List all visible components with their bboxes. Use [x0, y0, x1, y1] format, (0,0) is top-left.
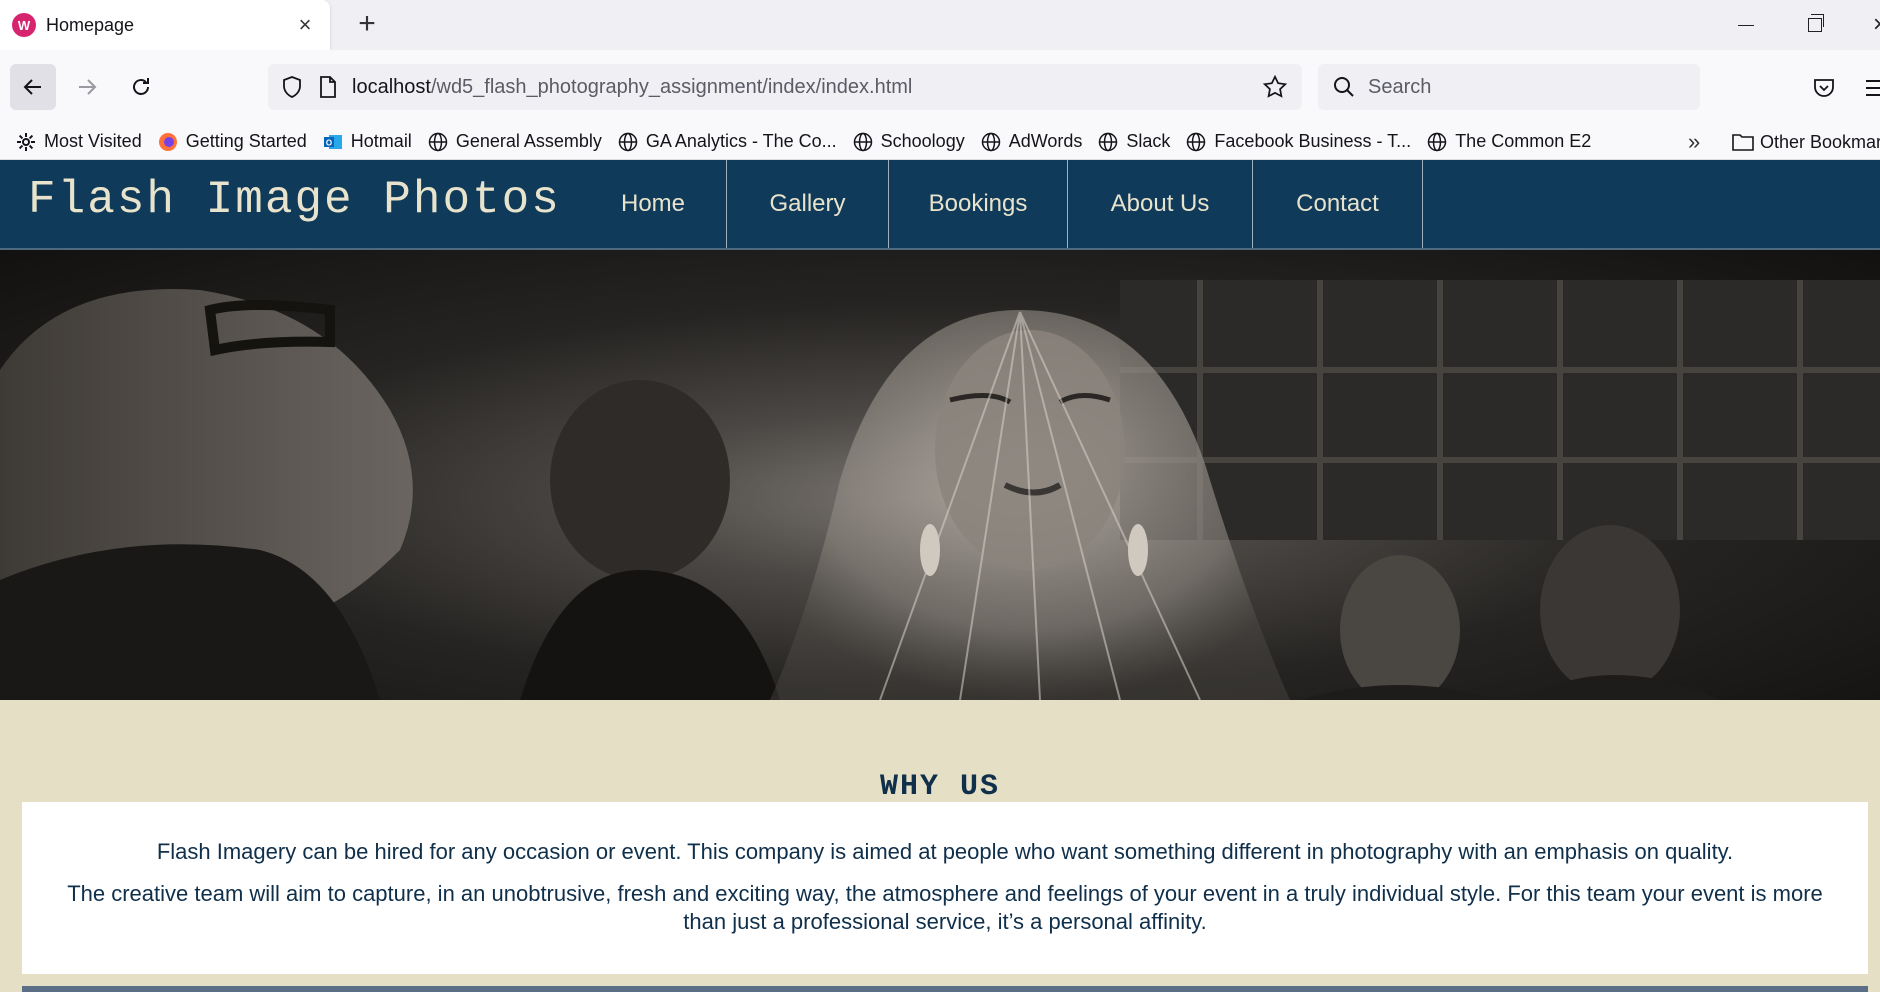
why-us-paragraph-1: Flash Imagery can be hired for any occas…: [156, 839, 1734, 864]
address-bar[interactable]: localhost/wd5_flash_photography_assignme…: [268, 64, 1302, 110]
new-tab-button[interactable]: +: [350, 8, 384, 42]
bookmark-label: AdWords: [1008, 131, 1083, 151]
bookmark-facebook-business[interactable]: Facebook Business - T...: [1186, 131, 1411, 152]
bookmark-getting-started[interactable]: Getting Started: [158, 131, 307, 152]
folder-icon: [1732, 134, 1754, 151]
tab-homepage[interactable]: W Homepage ×: [0, 0, 330, 50]
bookmark-most-visited[interactable]: Most Visited: [16, 131, 142, 152]
page-icon[interactable]: [318, 75, 338, 99]
bookmark-general-assembly[interactable]: General Assembly: [428, 131, 602, 152]
bookmark-star-icon[interactable]: [1262, 74, 1288, 100]
bookmark-label: Hotmail: [350, 131, 412, 151]
bookmark-label: General Assembly: [455, 131, 602, 151]
bookmark-hotmail[interactable]: O Hotmail: [323, 131, 412, 152]
close-icon: ×: [1872, 11, 1880, 38]
bookmark-label: Schoology: [880, 131, 965, 151]
search-icon: [1334, 77, 1354, 97]
menu-item-about-us[interactable]: About Us: [1068, 160, 1253, 248]
bookmark-label: The Common E2: [1455, 131, 1592, 151]
pocket-icon[interactable]: [1812, 76, 1836, 100]
app-menu-icon[interactable]: [1866, 78, 1880, 98]
other-bookmarks-folder[interactable]: Other Bookmarks: [1732, 124, 1880, 160]
bookmark-label: Slack: [1126, 131, 1171, 151]
menu-item-bookings[interactable]: Bookings: [889, 160, 1068, 248]
globe-icon: [1186, 132, 1206, 152]
globe-icon: [428, 132, 448, 152]
bookmark-label: Getting Started: [185, 131, 307, 151]
url-path: /wd5_flash_photography_assignment/index/…: [430, 75, 913, 98]
navigation-toolbar: localhost/wd5_flash_photography_assignme…: [0, 50, 1880, 124]
why-us-card: Flash Imagery can be hired for any occas…: [22, 802, 1868, 974]
close-tab-icon[interactable]: ×: [294, 12, 316, 38]
menu-item-contact[interactable]: Contact: [1253, 160, 1423, 248]
search-bar[interactable]: Search: [1318, 64, 1700, 110]
more-bookmarks-chevron-icon[interactable]: »: [1688, 124, 1700, 160]
bookmark-the-common-e2[interactable]: The Common E2: [1427, 131, 1591, 152]
restore-icon: [1808, 14, 1824, 32]
main-menu: Home Gallery Bookings About Us Contact: [580, 160, 1423, 248]
bookmark-ga-analytics[interactable]: GA Analytics - The Co...: [618, 131, 837, 152]
bookmark-label: Facebook Business - T...: [1214, 131, 1412, 151]
globe-icon: [853, 132, 873, 152]
search-placeholder: Search: [1368, 75, 1432, 98]
svg-text:O: O: [326, 138, 332, 147]
restore-window-button[interactable]: [1785, 0, 1845, 50]
bookmark-label: GA Analytics - The Co...: [645, 131, 837, 151]
gear-icon: [16, 132, 36, 152]
bookmark-label: Most Visited: [44, 131, 142, 151]
arrow-left-icon: [23, 79, 41, 95]
minimize-icon: [1738, 24, 1754, 26]
why-us-paragraph-2: The creative team will aim to capture, i…: [67, 881, 1823, 934]
hero-image: [0, 250, 1880, 700]
arrow-right-icon: [79, 79, 97, 95]
bookmark-schoology[interactable]: Schoology: [853, 131, 965, 152]
globe-icon: [981, 132, 1001, 152]
shield-icon[interactable]: [280, 75, 304, 99]
globe-icon: [1098, 132, 1118, 152]
wedding-photo-illustration: [0, 280, 1880, 700]
back-button[interactable]: [10, 64, 56, 110]
minimize-window-button[interactable]: [1716, 0, 1776, 50]
site-header: Flash Image Photos Home Gallery Bookings…: [0, 160, 1880, 250]
why-us-heading: WHY US: [879, 770, 1001, 804]
bookmarks-toolbar: Most Visited Getting Started O Hotmail G…: [0, 124, 1880, 160]
url-text[interactable]: localhost/wd5_flash_photography_assignme…: [352, 76, 1262, 99]
reload-icon: [133, 78, 149, 95]
close-window-button[interactable]: ×: [1850, 0, 1880, 50]
site-favicon-icon: W: [12, 13, 36, 37]
globe-icon: [618, 132, 638, 152]
section-divider: [22, 986, 1868, 992]
globe-icon: [1427, 132, 1447, 152]
other-bookmarks-label: Other Bookmarks: [1760, 131, 1880, 152]
reload-button[interactable]: [118, 64, 164, 110]
forward-button[interactable]: [64, 64, 110, 110]
menu-item-home[interactable]: Home: [580, 160, 727, 248]
tab-title: Homepage: [46, 14, 135, 35]
firefox-icon: [158, 132, 178, 152]
bookmark-adwords[interactable]: AdWords: [981, 131, 1083, 152]
url-host: localhost: [352, 75, 431, 98]
bookmark-slack[interactable]: Slack: [1098, 131, 1170, 152]
tab-strip: W Homepage × + ×: [0, 0, 1880, 50]
site-brand[interactable]: Flash Image Photos: [28, 174, 561, 226]
why-us-section: WHY US Flash Imagery can be hired for an…: [0, 700, 1880, 992]
menu-item-gallery[interactable]: Gallery: [727, 160, 889, 248]
outlook-icon: O: [323, 132, 343, 152]
